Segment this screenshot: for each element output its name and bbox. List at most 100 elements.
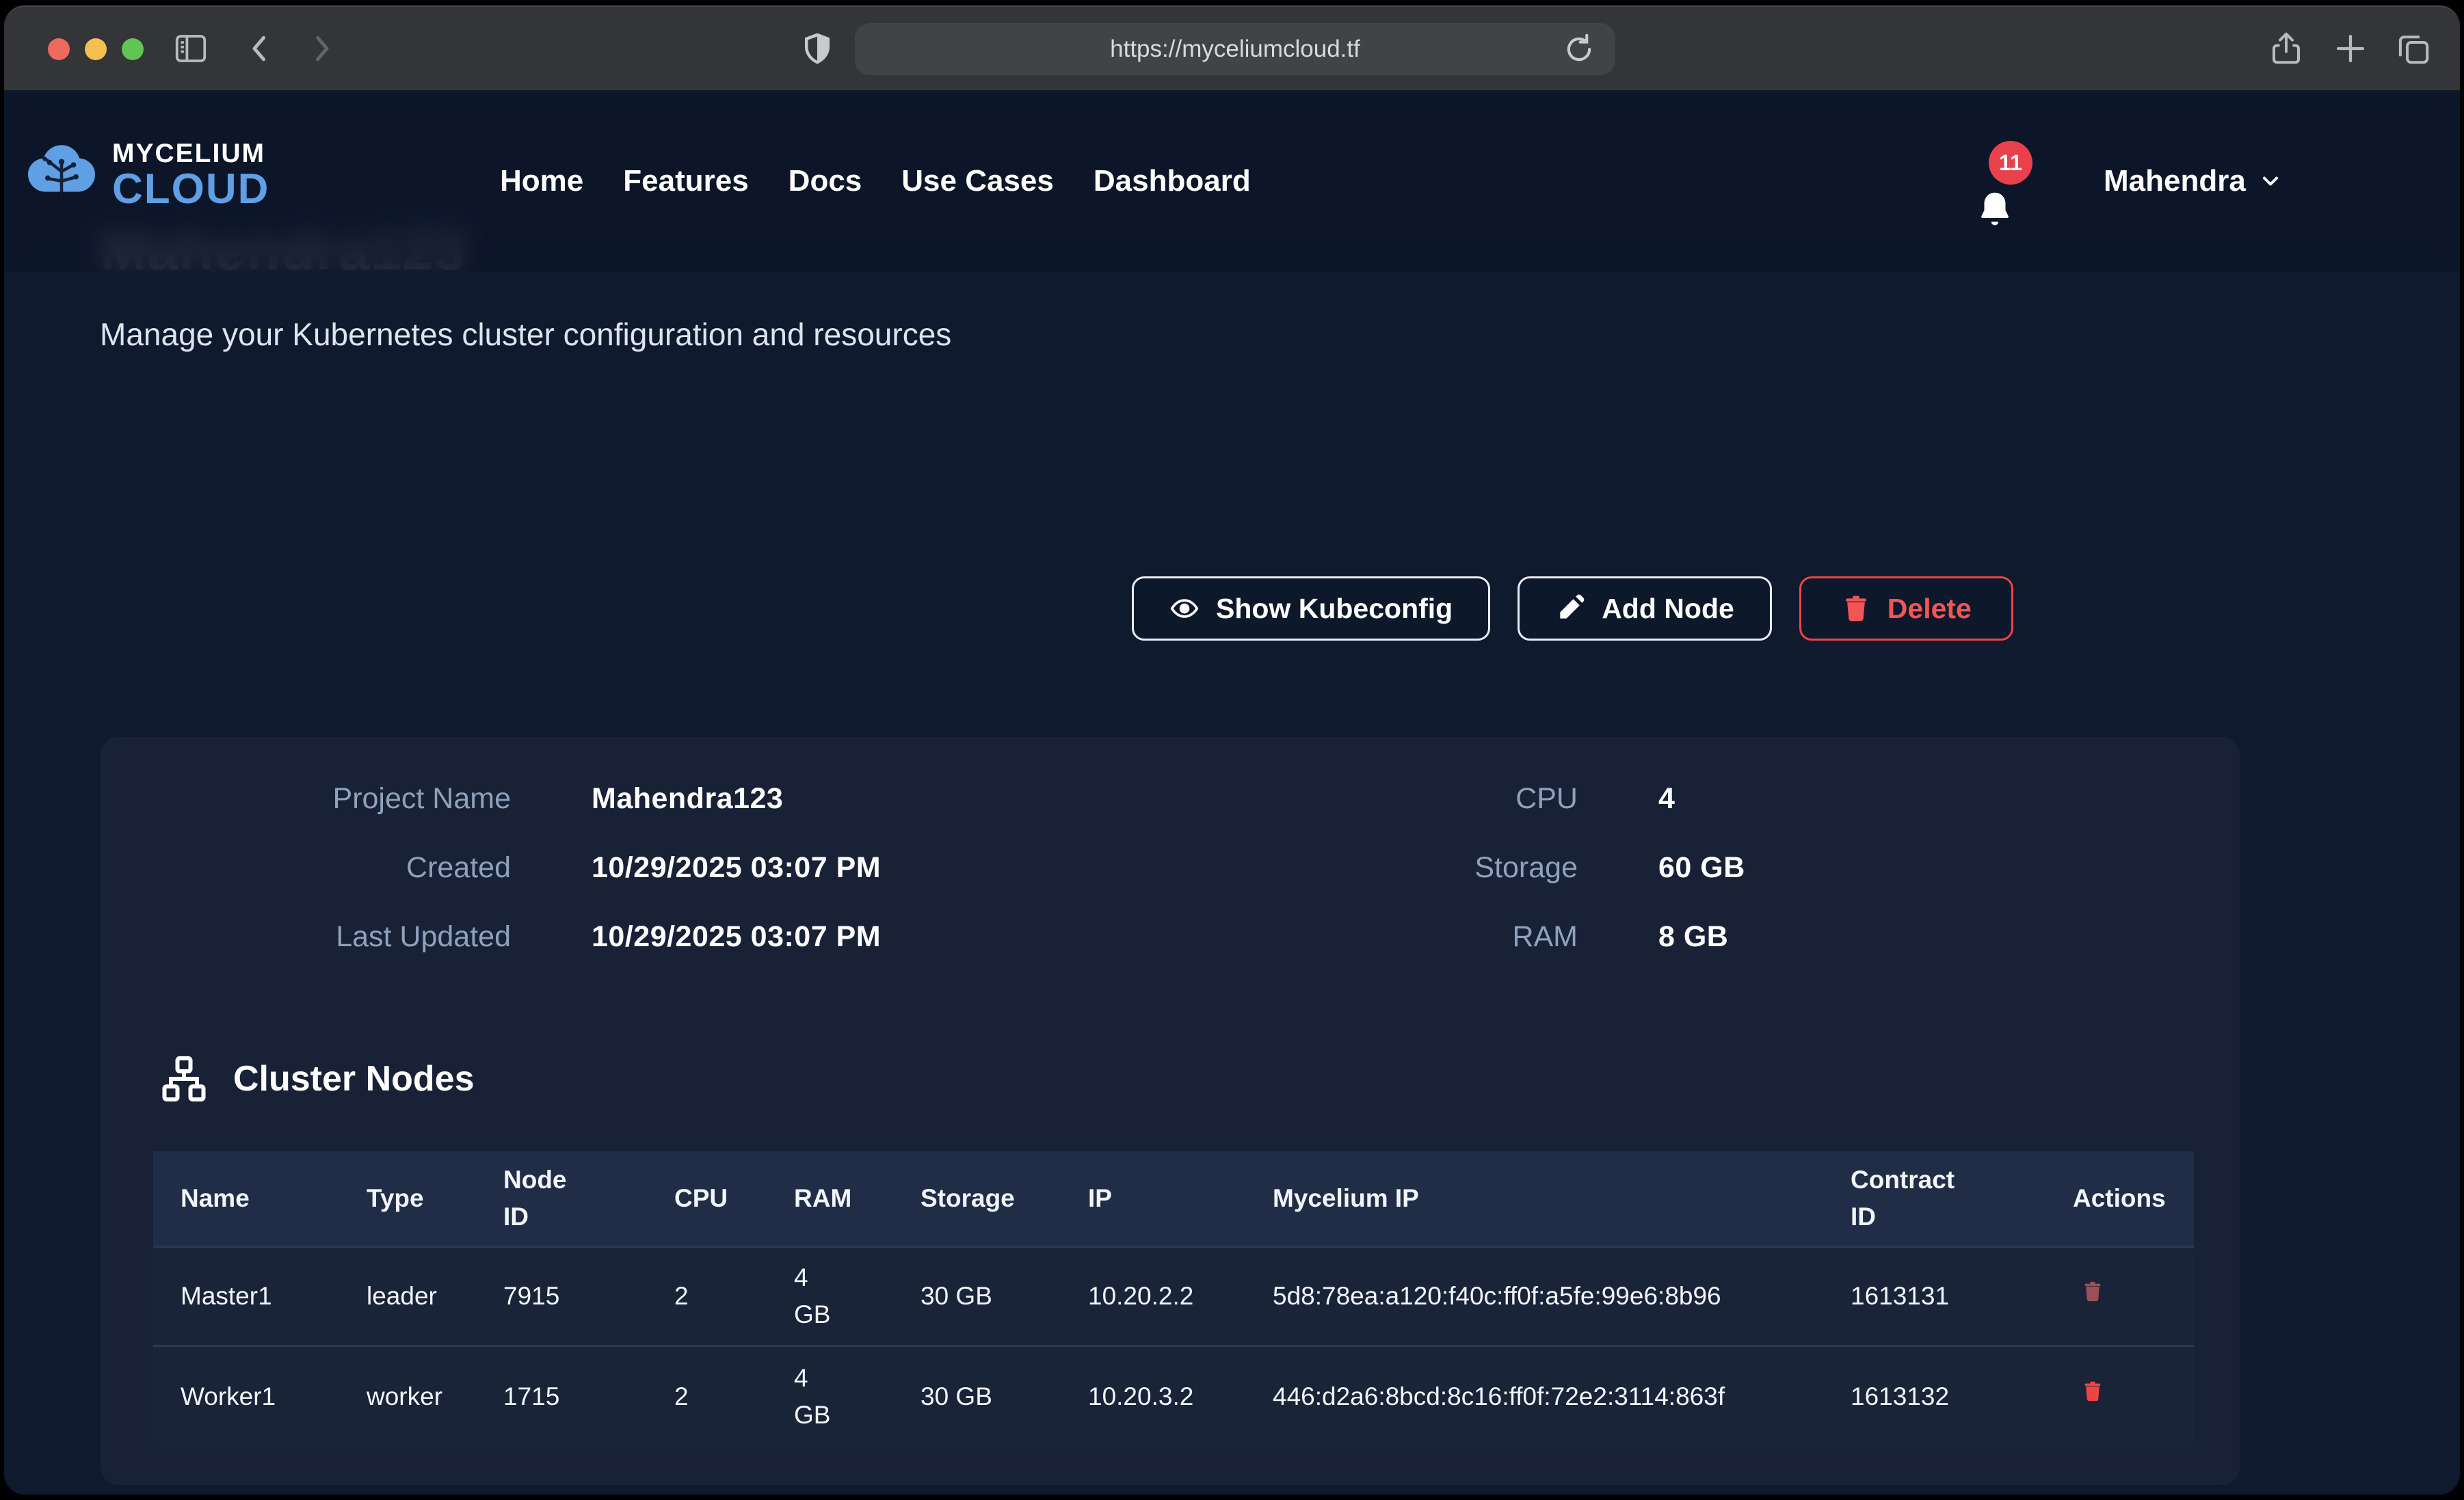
cluster-nodes-heading: Cluster Nodes [158, 1053, 475, 1105]
show-kubeconfig-button[interactable]: Show Kubeconfig [1132, 576, 1490, 641]
top-navbar: MYCELIUM CLOUD Home Features Docs Use Ca… [4, 90, 2460, 272]
brand-name-bottom: CLOUD [112, 168, 269, 211]
reload-icon[interactable] [1561, 31, 1597, 67]
node-cpu: 2 [647, 1378, 767, 1415]
node-actions [2045, 1377, 2194, 1416]
delete-node-button[interactable] [2045, 1377, 2104, 1408]
add-node-label: Add Node [1602, 593, 1734, 625]
col-header-ip: IP [1061, 1180, 1245, 1217]
detail-row-created: Created 10/29/2025 03:07 PM [128, 851, 881, 885]
new-tab-icon[interactable] [2329, 27, 2372, 70]
detail-row-cpu: CPU 4 [1258, 782, 1745, 816]
forward-icon[interactable] [300, 27, 342, 70]
user-menu[interactable]: Mahendra [2104, 90, 2283, 272]
col-header-name: Name [153, 1180, 339, 1217]
table-row: Master1 leader 7915 2 4 GB 30 GB 10.20.2… [153, 1248, 2194, 1347]
trash-icon [2081, 1277, 2104, 1306]
node-storage: 30 GB [893, 1378, 1061, 1415]
nav-item-docs[interactable]: Docs [789, 164, 862, 198]
nav-item-home[interactable]: Home [500, 164, 583, 198]
notification-badge: 11 [1989, 141, 2032, 185]
node-name: Worker1 [153, 1378, 339, 1415]
created-value: 10/29/2025 03:07 PM [592, 851, 881, 885]
cluster-details-panel: Project Name Mahendra123 Created 10/29/2… [101, 737, 2240, 1485]
browser-window: https://myceliumcloud.tf Mahendra123 Man… [4, 5, 2460, 1495]
delete-cluster-button[interactable]: Delete [1799, 576, 2013, 641]
storage-value: 60 GB [1658, 851, 1745, 885]
page-content: Mahendra123 Manage your Kubernetes clust… [4, 90, 2460, 1495]
node-mycelium-ip: 5d8:78ea:a120:f40c:ff0f:a5fe:99e6:8b96 [1245, 1278, 1823, 1315]
detail-row-ram: RAM 8 GB [1258, 920, 1745, 954]
user-name: Mahendra [2104, 164, 2246, 198]
ram-value: 8 GB [1658, 920, 1728, 954]
nav-item-use-cases[interactable]: Use Cases [901, 164, 1054, 198]
eye-icon [1169, 593, 1200, 624]
back-icon[interactable] [239, 27, 282, 70]
sidebar-toggle-icon[interactable] [170, 27, 212, 70]
notifications-button[interactable]: 11 [1971, 171, 2026, 239]
nav-item-features[interactable]: Features [623, 164, 748, 198]
brand-name-top: MYCELIUM [112, 140, 269, 167]
table-row: Worker1 worker 1715 2 4 GB 30 GB 10.20.3… [153, 1347, 2194, 1446]
chevron-down-icon [2258, 169, 2283, 193]
trash-icon [1841, 593, 1871, 624]
node-actions [2045, 1277, 2194, 1316]
node-mycelium-ip: 446:d2a6:8bcd:8c16:ff0f:72e2:3114:863f [1245, 1378, 1823, 1415]
project-name-value: Mahendra123 [592, 782, 783, 816]
node-contract-id: 1613132 [1823, 1378, 2045, 1415]
details-right-column: CPU 4 Storage 60 GB RAM 8 GB [1258, 782, 1745, 989]
node-cpu: 2 [647, 1278, 767, 1315]
zoom-window-button[interactable] [122, 38, 144, 60]
detail-row-last-updated: Last Updated 10/29/2025 03:07 PM [128, 920, 881, 954]
close-window-button[interactable] [48, 38, 70, 60]
node-contract-id: 1613131 [1823, 1278, 2045, 1315]
show-kubeconfig-label: Show Kubeconfig [1216, 593, 1453, 625]
last-updated-label: Last Updated [128, 920, 511, 954]
col-header-node-id: Node ID [476, 1162, 647, 1235]
bell-icon [1974, 187, 2016, 230]
pencil-icon [1555, 593, 1585, 624]
delete-node-button[interactable] [2045, 1277, 2104, 1308]
node-storage: 30 GB [893, 1278, 1061, 1315]
cluster-actions: Show Kubeconfig Add Node Delete [1132, 576, 2013, 641]
created-label: Created [128, 851, 511, 885]
tab-overview-icon[interactable] [2392, 27, 2435, 70]
detail-row-project-name: Project Name Mahendra123 [128, 782, 881, 816]
col-header-type: Type [339, 1180, 476, 1217]
brand-logo[interactable]: MYCELIUM CLOUD [23, 139, 269, 211]
details-left-column: Project Name Mahendra123 Created 10/29/2… [128, 782, 881, 989]
delete-label: Delete [1887, 593, 1972, 625]
browser-toolbar: https://myceliumcloud.tf [4, 7, 2460, 90]
col-header-cpu: CPU [647, 1180, 767, 1217]
node-name: Master1 [153, 1278, 339, 1315]
cluster-nodes-table: Name Type Node ID CPU RAM Storage IP Myc… [153, 1151, 2194, 1446]
ram-label: RAM [1258, 920, 1578, 954]
node-id: 7915 [476, 1278, 647, 1315]
col-header-ram: RAM [767, 1180, 893, 1217]
col-header-actions: Actions [2045, 1180, 2194, 1217]
node-id: 1715 [476, 1378, 647, 1415]
table-header-row: Name Type Node ID CPU RAM Storage IP Myc… [153, 1151, 2194, 1248]
add-node-button[interactable]: Add Node [1518, 576, 1772, 641]
detail-row-storage: Storage 60 GB [1258, 851, 1745, 885]
node-ram: 4 GB [767, 1259, 893, 1332]
node-type: worker [339, 1378, 476, 1415]
node-ip: 10.20.3.2 [1061, 1378, 1245, 1415]
mycelium-cloud-logo-icon [23, 139, 100, 211]
col-header-contract-id: Contract ID [1823, 1162, 2045, 1235]
privacy-shield-icon[interactable] [796, 27, 838, 70]
nav-item-dashboard[interactable]: Dashboard [1094, 164, 1251, 198]
url-text: https://myceliumcloud.tf [1110, 36, 1360, 63]
last-updated-value: 10/29/2025 03:07 PM [592, 920, 881, 954]
network-nodes-icon [158, 1053, 210, 1105]
cluster-nodes-title: Cluster Nodes [233, 1058, 475, 1099]
node-type: leader [339, 1278, 476, 1315]
minimize-window-button[interactable] [85, 38, 107, 60]
share-icon[interactable] [2265, 27, 2307, 70]
node-ram: 4 GB [767, 1360, 893, 1433]
col-header-storage: Storage [893, 1180, 1061, 1217]
nav-menu: Home Features Docs Use Cases Dashboard [500, 90, 1251, 272]
address-bar[interactable]: https://myceliumcloud.tf [855, 23, 1615, 75]
project-name-label: Project Name [128, 782, 511, 816]
trash-icon [2081, 1377, 2104, 1406]
